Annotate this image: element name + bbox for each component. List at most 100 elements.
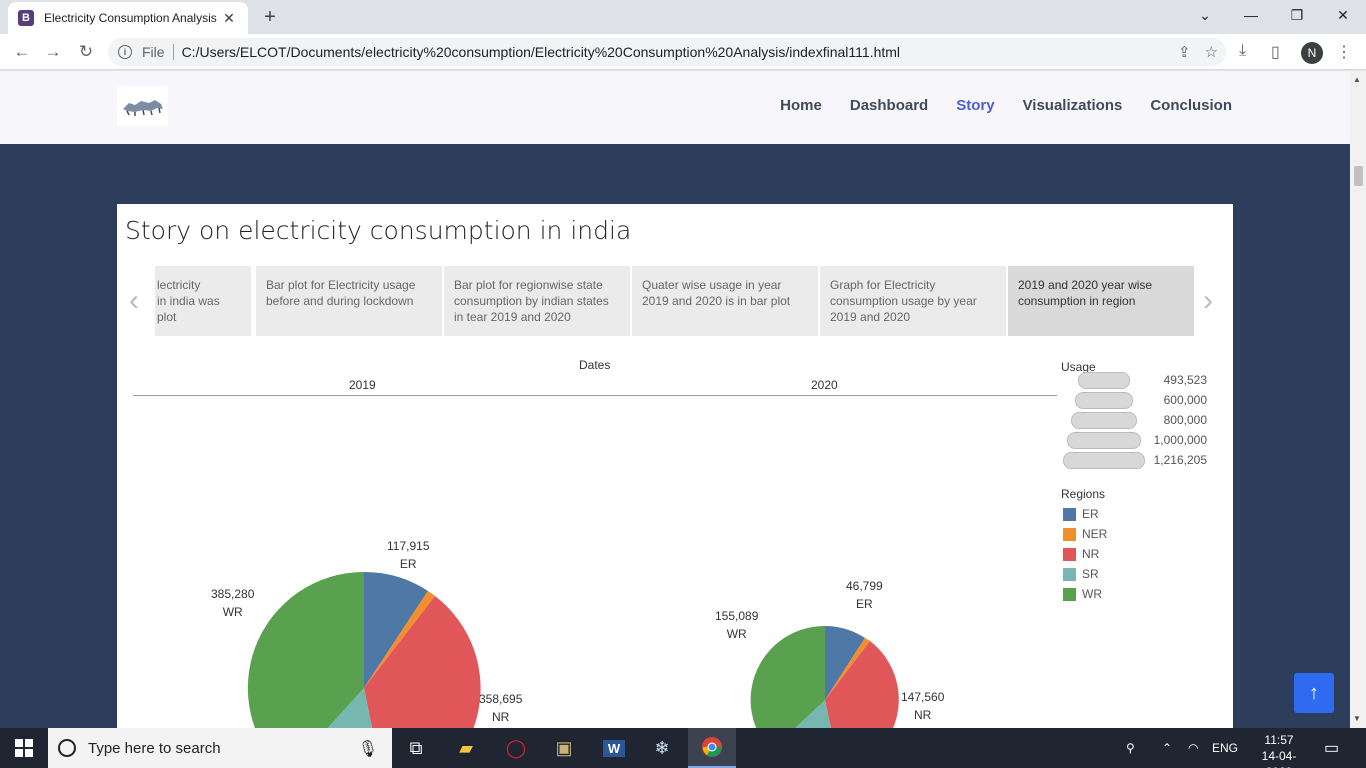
pie-2020-er-label: 46,799 ER [846,577,883,613]
nav-links: Home Dashboard Story Visualizations Conc… [780,97,1232,114]
download-icon[interactable]: ⤓ [1239,42,1246,60]
kebab-menu-icon[interactable]: ⋮ [1336,42,1352,62]
swatch-nr [1063,547,1076,561]
windows-taskbar: Type here to search 🎙 ⧉ ▰ ◯ ▣ W ❄ ⚲ ⌃ ◠ … [0,728,1366,768]
show-hidden-icons-chevron-icon[interactable]: ⌃ [1162,728,1172,768]
network-icon[interactable]: ◠ [1188,728,1198,768]
system-clock[interactable]: 11:57 14-04-2023 [1250,732,1308,768]
scroll-thumb[interactable] [1354,166,1363,186]
story-point-1[interactable]: lectricity in india was plot [155,266,251,336]
start-button[interactable] [0,728,48,768]
scroll-up-arrow-icon[interactable]: ▲ [1353,75,1361,84]
site-navbar: Home Dashboard Story Visualizations Conc… [0,71,1350,144]
back-to-top-button[interactable]: ↑ [1294,673,1334,713]
back-button[interactable]: ← [10,40,34,64]
microphone-icon[interactable]: 🎙 [358,739,378,759]
browser-tab[interactable]: B Electricity Consumption Analysis ✕ [8,2,248,34]
story-navigator: lectricity in india was plot Bar plot fo… [155,266,1195,336]
profile-avatar[interactable]: N [1301,42,1323,64]
story-point-5[interactable]: Graph for Electricity consumption usage … [820,266,1006,336]
story-point-label: lectricity in india was plot [157,278,220,324]
story-point-label: Bar plot for regionwise state consumptio… [454,278,609,324]
story-point-3[interactable]: Bar plot for regionwise state consumptio… [444,266,630,336]
story-title: Story on electricity consumption in indi… [125,216,632,245]
nav-conclusion[interactable]: Conclusion [1150,97,1232,114]
label-value: 46,799 [846,579,883,593]
clock-date: 14-04-2023 [1261,749,1297,768]
close-window-button[interactable]: ✕ [1320,0,1366,30]
story-prev-arrow-icon[interactable]: ‹ [129,284,139,318]
pie-chart-2019[interactable] [217,564,517,728]
legend-label: WR [1082,587,1102,601]
label-region: WR [726,627,747,641]
people-icon[interactable]: ⚲ [1126,728,1135,768]
legend-sr[interactable]: SR [1063,567,1099,581]
usage-size-pill [1078,372,1130,389]
tab-search-chevron-icon[interactable]: ⌄ [1182,0,1228,30]
close-tab-icon[interactable]: ✕ [220,10,238,27]
new-tab-button[interactable]: + [258,5,282,29]
chrome-icon[interactable] [688,728,736,768]
page-scrollbar[interactable]: ▲ ▼ [1350,71,1366,728]
address-bar[interactable]: i File C:/Users/ELCOT/Documents/electric… [108,38,1226,66]
arrow-up-icon: ↑ [1309,681,1319,704]
file-explorer-icon[interactable]: ▰ [442,728,490,768]
search-icon [58,739,76,757]
label-value: 155,089 [715,609,759,623]
windows-logo-icon [15,739,33,757]
legend-er[interactable]: ER [1063,507,1099,521]
notification-center-icon[interactable]: ▭ [1324,728,1339,768]
story-point-label: Bar plot for Electricity usage before an… [266,278,416,308]
share-icon[interactable]: ⇪ [1178,43,1191,61]
story-point-2[interactable]: Bar plot for Electricity usage before an… [256,266,442,336]
legend-ner[interactable]: NER [1063,527,1107,541]
usage-value-label: 600,000 [1163,393,1207,407]
swatch-wr [1063,587,1076,601]
site-info-icon[interactable]: i [118,45,132,59]
usage-value-label: 1,216,205 [1153,453,1207,467]
opera-icon[interactable]: ◯ [492,728,540,768]
scroll-down-arrow-icon[interactable]: ▼ [1353,714,1361,723]
language-indicator[interactable]: ENG [1212,728,1238,768]
restore-button[interactable]: ❐ [1274,0,1320,30]
pie-2019-er-label: 117,915 ER [387,537,430,573]
usage-size-pill [1067,432,1141,449]
word-icon[interactable]: W [590,728,638,768]
legend-label: SR [1082,567,1099,581]
usage-size-pill [1075,392,1133,409]
swatch-sr [1063,567,1076,581]
nav-visualizations[interactable]: Visualizations [1023,97,1123,114]
reload-button[interactable]: ↻ [74,40,98,64]
legend-nr[interactable]: NR [1063,547,1099,561]
snipping-tool-icon[interactable]: ❄ [638,728,686,768]
browser-tab-strip: B Electricity Consumption Analysis ✕ + ⌄… [0,0,1366,34]
forward-button[interactable]: → [41,40,65,64]
usage-size-pill [1071,412,1137,429]
usage-value-label: 800,000 [1163,413,1207,427]
label-region: NR [492,710,510,724]
label-value: 147,560 [901,690,945,704]
year-2019-header: 2019 [349,378,376,392]
side-panel-icon[interactable]: ▯ [1271,42,1280,62]
task-view-icon[interactable]: ⧉ [392,728,440,768]
label-value: 385,280 [211,587,255,601]
url-text[interactable]: C:/Users/ELCOT/Documents/electricity%20c… [182,44,900,60]
usage-value-label: 493,523 [1163,373,1207,387]
minimize-button[interactable]: — [1228,0,1274,30]
page-viewport: Home Dashboard Story Visualizations Conc… [0,71,1350,728]
story-point-6-selected[interactable]: 2019 and 2020 year wise consumption in r… [1008,266,1194,336]
dates-header: Dates [579,358,611,372]
nav-dashboard[interactable]: Dashboard [850,97,928,114]
legend-label: NR [1082,547,1100,561]
bookmark-star-icon[interactable]: ☆ [1205,43,1218,61]
story-point-4[interactable]: Quater wise usage in year 2019 and 2020 … [632,266,818,336]
nav-story[interactable]: Story [956,97,994,114]
legend-wr[interactable]: WR [1063,587,1102,601]
site-logo[interactable] [117,86,168,126]
taskbar-search[interactable]: Type here to search 🎙 [48,728,392,768]
label-region: ER [856,597,873,611]
story-next-arrow-icon[interactable]: › [1203,284,1213,318]
header-divider [133,395,1057,396]
nav-home[interactable]: Home [780,97,822,114]
archive-app-icon[interactable]: ▣ [540,728,588,768]
